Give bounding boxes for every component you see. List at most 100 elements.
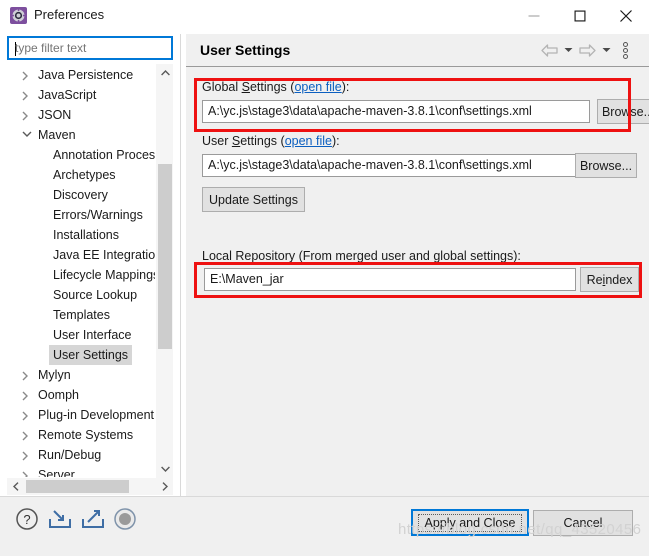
tree-item-java-persistence[interactable]: Java Persistence: [8, 65, 160, 85]
user-settings-label: User Settings (open file):: [202, 134, 340, 148]
preferences-tree[interactable]: Java Persistence JavaScript JSON Maven Annot…: [7, 64, 173, 478]
chevron-right-icon[interactable]: [21, 425, 33, 445]
user-settings-label-rest: ettings: [240, 134, 281, 148]
panel-splitter[interactable]: [180, 34, 181, 496]
chevron-right-icon[interactable]: [21, 105, 33, 125]
apply-and-close-label: Apply and Close: [418, 513, 522, 532]
tree-item-label: User Interface: [53, 328, 132, 342]
settings-panel: User Settings Global Settings (open file…: [186, 34, 649, 523]
tree-scroll-thumb[interactable]: [158, 164, 172, 349]
page-header: User Settings: [186, 34, 649, 67]
scroll-left-icon[interactable]: [7, 478, 24, 495]
window-title: Preferences: [34, 7, 105, 22]
global-settings-label: Global Settings (open file):: [202, 80, 350, 94]
bottom-bar: ? Apply and Close Cancel: [0, 496, 649, 556]
tree-item-label: Discovery: [53, 188, 108, 202]
chevron-right-icon[interactable]: [21, 65, 33, 85]
tree-item-source-lookup[interactable]: Source Lookup: [8, 285, 160, 305]
tree-item-label: User Settings: [49, 345, 133, 365]
user-settings-open-file-link[interactable]: open file: [285, 134, 332, 148]
tree-item-errors-warnings[interactable]: Errors/Warnings: [8, 205, 160, 225]
tree-item-label: Java Persistence: [38, 68, 134, 82]
apply-and-close-button[interactable]: Apply and Close: [411, 509, 529, 536]
scroll-down-icon[interactable]: [156, 460, 174, 478]
chevron-right-icon[interactable]: [21, 365, 33, 385]
global-settings-label-rest: ettings: [249, 80, 291, 94]
tree-item-server[interactable]: Server: [8, 465, 160, 477]
tree-vertical-scrollbar[interactable]: [155, 64, 173, 478]
global-settings-label-mnemonic: S: [241, 80, 250, 94]
preferences-icon: [10, 7, 27, 24]
page-title: User Settings: [200, 42, 291, 58]
arrow-left-icon[interactable]: [539, 40, 559, 60]
user-settings-label-prefix: User: [202, 134, 232, 148]
circle-button-icon[interactable]: [112, 506, 138, 532]
import-icon[interactable]: [47, 506, 73, 532]
update-settings-button[interactable]: Update Settings: [202, 187, 305, 212]
maximize-button[interactable]: [557, 0, 603, 31]
export-icon[interactable]: [80, 506, 106, 532]
vertical-dots-icon[interactable]: [618, 40, 632, 60]
global-browse-label: Browse...: [601, 104, 649, 119]
tree-item-label: Mylyn: [38, 368, 71, 382]
close-button[interactable]: [603, 0, 649, 31]
user-settings-input[interactable]: A:\yc.js\stage3\data\apache-maven-3.8.1\…: [202, 154, 590, 177]
scroll-up-icon[interactable]: [156, 64, 174, 82]
tree-item-lifecycle-mappings[interactable]: Lifecycle Mappings: [8, 265, 160, 285]
local-repository-label: Local Repository (From merged user and g…: [202, 249, 521, 263]
minimize-button[interactable]: [511, 0, 557, 31]
tree-item-oomph[interactable]: Oomph: [8, 385, 160, 405]
tree-item-java-ee-integration[interactable]: Java EE Integration: [8, 245, 162, 265]
reindex-button[interactable]: Reindex: [580, 267, 639, 292]
arrow-right-icon[interactable]: [577, 40, 597, 60]
tree-item-plug-in-development[interactable]: Plug-in Development: [8, 405, 160, 425]
global-settings-label-suffix: :: [345, 80, 350, 94]
chevron-down-icon[interactable]: [561, 40, 575, 60]
tree-item-mylyn[interactable]: Mylyn: [8, 365, 160, 385]
global-settings-browse-button[interactable]: Browse...: [597, 99, 649, 124]
global-settings-label-prefix: Global: [202, 80, 242, 94]
chevron-right-icon[interactable]: [21, 85, 33, 105]
cancel-button[interactable]: Cancel: [533, 510, 633, 536]
scroll-right-icon[interactable]: [156, 478, 173, 495]
tree-item-label: Maven: [38, 128, 76, 142]
tree-item-label: Templates: [53, 308, 110, 322]
tree-hscroll-thumb[interactable]: [26, 480, 129, 493]
tree-item-javascript[interactable]: JavaScript: [8, 85, 160, 105]
tree-item-discovery[interactable]: Discovery: [8, 185, 160, 205]
user-browse-label: Browse...: [579, 158, 633, 173]
svg-text:?: ?: [23, 512, 30, 527]
tree-item-label: Archetypes: [53, 168, 116, 182]
tree-item-user-settings[interactable]: User Settings: [8, 345, 160, 365]
filter-input[interactable]: [9, 38, 171, 58]
filter-box[interactable]: [7, 36, 173, 60]
tree-horizontal-scrollbar[interactable]: [7, 478, 173, 495]
chevron-down-icon[interactable]: [599, 40, 613, 60]
global-settings-input[interactable]: A:\yc.js\stage3\data\apache-maven-3.8.1\…: [202, 100, 590, 123]
help-icon[interactable]: ?: [14, 506, 40, 532]
tree-item-templates[interactable]: Templates: [8, 305, 160, 325]
tree-item-installations[interactable]: Installations: [8, 225, 160, 245]
tree-item-label: Run/Debug: [38, 448, 102, 462]
tree-item-user-interface[interactable]: User Interface: [8, 325, 160, 345]
chevron-right-icon[interactable]: [21, 445, 33, 465]
chevron-down-icon[interactable]: [21, 125, 33, 145]
tree-item-json[interactable]: JSON: [8, 105, 160, 125]
tree-item-maven[interactable]: Maven: [8, 125, 160, 145]
tree-item-label: Plug-in Development: [38, 408, 155, 422]
tree-item-label: Annotation Process: [53, 148, 162, 162]
tree-item-label: Lifecycle Mappings: [53, 268, 160, 282]
global-settings-open-file-link[interactable]: open file: [294, 80, 341, 94]
tree-item-remote-systems[interactable]: Remote Systems: [8, 425, 160, 445]
tree-item-label: Oomph: [38, 388, 79, 402]
tree-item-run-debug[interactable]: Run/Debug: [8, 445, 160, 465]
user-settings-browse-button[interactable]: Browse...: [575, 153, 637, 178]
chevron-right-icon[interactable]: [21, 465, 33, 477]
reindex-label: Reindex: [587, 273, 633, 287]
tree-item-archetypes[interactable]: Archetypes: [8, 165, 160, 185]
chevron-right-icon[interactable]: [21, 385, 33, 405]
chevron-right-icon[interactable]: [21, 405, 33, 425]
local-repository-input[interactable]: E:\Maven_jar: [204, 268, 576, 291]
tree-item-annotation-process[interactable]: Annotation Process: [8, 145, 162, 165]
tree-item-label: Remote Systems: [38, 428, 134, 442]
